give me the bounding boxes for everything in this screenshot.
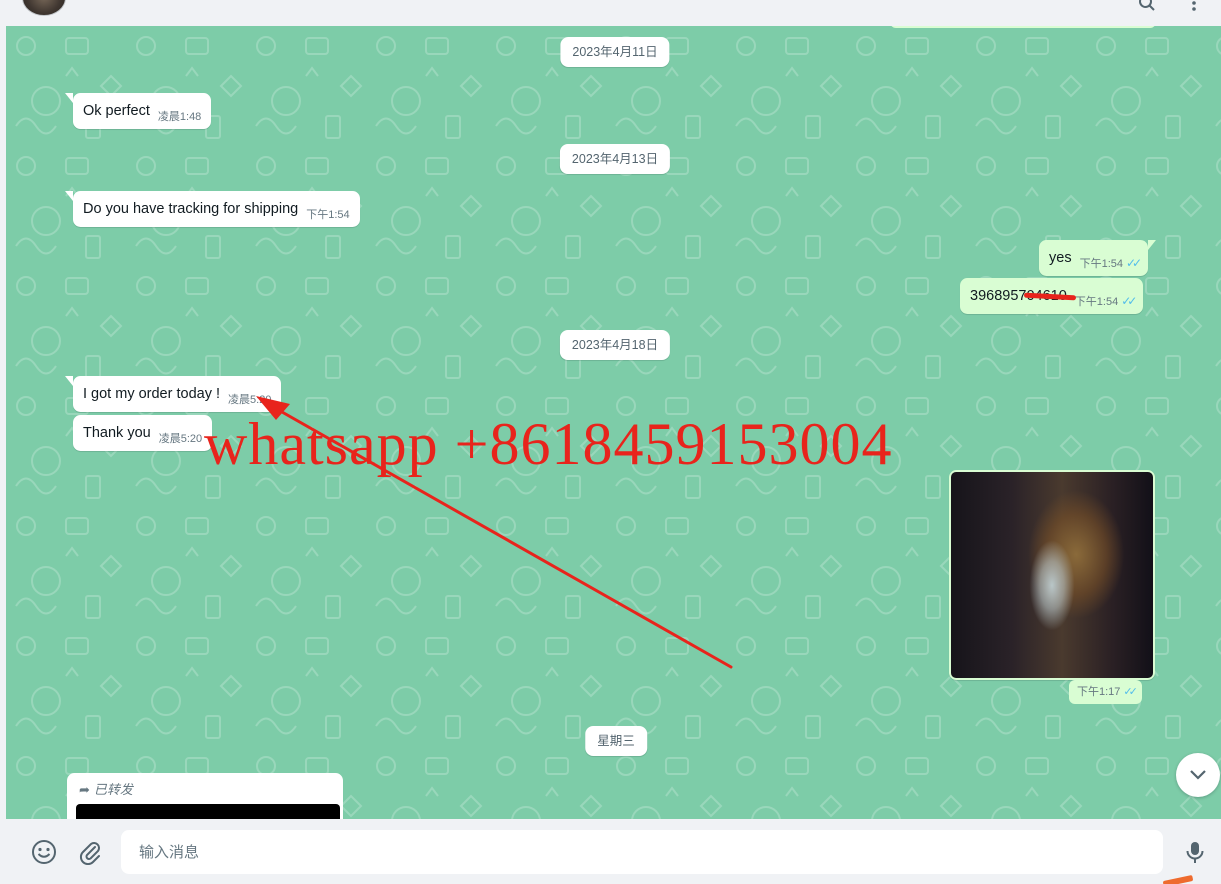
whatsapp-web-window: 2023年4月11日 Ok perfect 凌晨1:48 2023年4月13日 D…	[0, 0, 1221, 884]
read-ticks-icon: ✓✓	[1126, 256, 1142, 270]
message-text: Ok perfect	[83, 103, 150, 119]
paperclip-icon[interactable]	[77, 839, 103, 866]
outgoing-media-message[interactable]	[949, 470, 1155, 680]
outgoing-message[interactable]: yes 下午1:54 ✓✓	[1039, 240, 1157, 276]
emoji-icon[interactable]	[31, 839, 57, 865]
message-text: Thank you	[83, 425, 151, 441]
media-thumbnail[interactable]	[951, 472, 1153, 678]
message-input[interactable]	[121, 830, 1163, 874]
date-chip: 2023年4月13日	[559, 144, 671, 174]
message-time: 下午1:54	[1079, 258, 1123, 270]
composer-bar	[0, 819, 1221, 884]
message-text: Do you have tracking for shipping	[83, 201, 299, 217]
incoming-message[interactable]: I got my order today ! 凌晨5:20	[65, 376, 282, 412]
date-chip: 2023年4月18日	[559, 330, 671, 360]
forwarded-label: ➦ 已转发	[79, 782, 133, 797]
message-text: I got my order today !	[83, 386, 221, 402]
previous-media-bubble[interactable]	[890, 26, 1156, 28]
date-chip: 2023年4月11日	[560, 37, 670, 67]
forwarded-message[interactable]: ➦ 已转发	[67, 773, 343, 819]
date-chip: 星期三	[585, 726, 647, 756]
message-text: yes	[1049, 250, 1072, 266]
read-ticks-icon: ✓✓	[1123, 686, 1138, 698]
conversation-panel[interactable]: 2023年4月11日 Ok perfect 凌晨1:48 2023年4月13日 D…	[6, 26, 1221, 819]
forward-arrow-icon: ➦	[79, 782, 90, 797]
incoming-message[interactable]: Thank you 凌晨5:20	[73, 415, 213, 451]
contact-avatar[interactable]	[22, 0, 66, 16]
incoming-message[interactable]: Ok perfect 凌晨1:48	[65, 93, 212, 129]
message-time: 凌晨1:48	[157, 111, 202, 123]
search-icon[interactable]	[1138, 0, 1156, 12]
incoming-message[interactable]: Do you have tracking for shipping 下午1:54	[65, 191, 360, 227]
forwarded-media-thumbnail[interactable]	[76, 804, 340, 819]
scroll-to-bottom-button[interactable]	[1176, 753, 1220, 797]
message-time: 下午1:54	[1074, 296, 1119, 308]
message-time: 凌晨5:20	[228, 394, 272, 406]
microphone-icon[interactable]	[1182, 839, 1208, 865]
outgoing-message[interactable]: 396895704610 下午1:54 ✓✓	[960, 278, 1144, 314]
message-time: 下午1:54	[306, 209, 350, 221]
message-time: 凌晨5:20	[158, 433, 203, 445]
chevron-down-icon	[1189, 766, 1207, 783]
chat-header	[0, 0, 1221, 27]
media-message-time: 下午1:17 ✓✓	[1069, 680, 1142, 704]
read-ticks-icon: ✓✓	[1121, 294, 1137, 308]
menu-icon[interactable]	[1185, 0, 1203, 12]
